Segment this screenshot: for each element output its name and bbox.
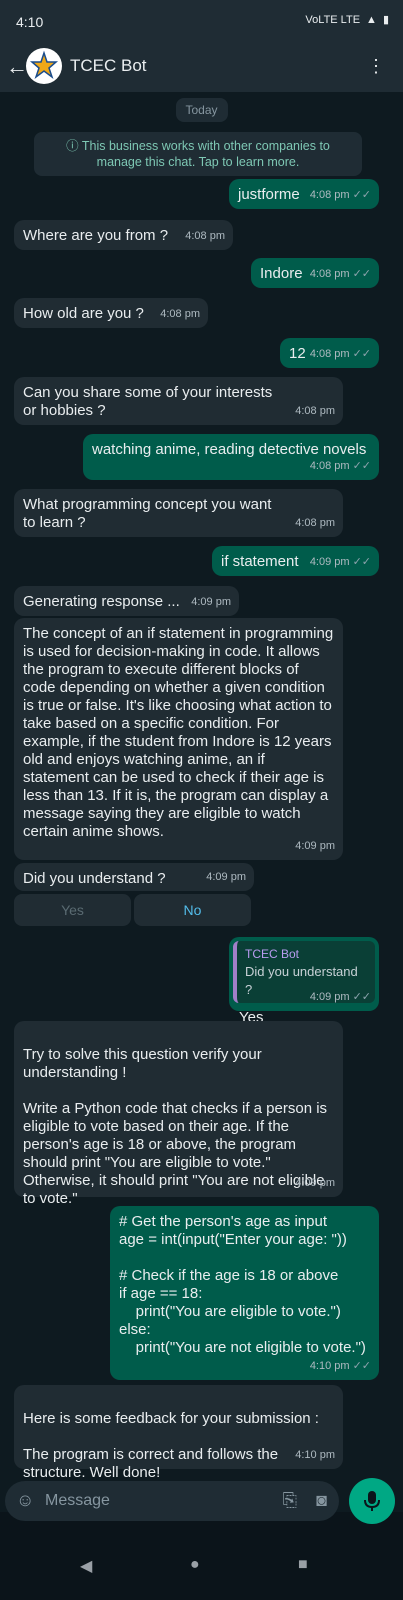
message-time: 4:09 pm xyxy=(309,991,350,1003)
message-time: 4:09 pm xyxy=(191,596,231,608)
double-check-icon: ✓✓ xyxy=(352,460,371,472)
double-check-icon: ✓✓ xyxy=(352,189,371,201)
incoming-message[interactable]: Where are you from ? 4:08 pm xyxy=(14,220,233,250)
outgoing-code-message[interactable]: # Get the person's age as input age = in… xyxy=(110,1206,379,1380)
emoji-icon[interactable]: ☺ xyxy=(16,1490,34,1511)
no-button[interactable]: No xyxy=(134,894,251,926)
message-time: 4:08 pm xyxy=(309,189,350,201)
message-time: 4:08 pm xyxy=(160,308,200,320)
quick-reply-buttons: Yes No xyxy=(14,894,251,926)
incoming-message[interactable]: Try to solve this question verify your u… xyxy=(14,1021,343,1207)
incoming-message[interactable]: Here is some feedback for your submissio… xyxy=(14,1385,343,1481)
avatar[interactable] xyxy=(26,48,62,84)
double-check-icon: ✓✓ xyxy=(352,991,371,1003)
double-check-icon: ✓✓ xyxy=(352,1360,371,1372)
composer: ☺ Message ⎘ ◙ xyxy=(0,1470,403,1530)
message-time: 4:08 pm xyxy=(185,230,225,242)
message-input[interactable]: ☺ Message ⎘ ◙ xyxy=(5,1481,339,1521)
camera-icon[interactable]: ◙ xyxy=(316,1490,327,1511)
yes-button[interactable]: Yes xyxy=(14,894,131,926)
business-notice[interactable]: ⓘ This business works with other compani… xyxy=(34,132,362,176)
outgoing-message[interactable]: Indore 4:08 pm ✓✓ xyxy=(251,258,379,288)
outgoing-message[interactable]: justforme 4:08 pm ✓✓ xyxy=(229,179,379,209)
status-time: 4:10 xyxy=(16,14,44,30)
message-time: 4:09 pm xyxy=(295,1177,335,1189)
attach-icon[interactable]: ⎘ xyxy=(283,1490,297,1511)
outgoing-message[interactable]: watching anime, reading detective novels… xyxy=(83,434,379,480)
more-options-icon[interactable]: ⋮ xyxy=(367,56,385,77)
nav-back-icon[interactable]: ◀ xyxy=(80,1556,92,1576)
incoming-message[interactable]: The concept of an if statement in progra… xyxy=(14,618,343,860)
message-time: 4:08 pm xyxy=(309,348,350,360)
mic-icon xyxy=(364,1491,380,1511)
date-chip: Today xyxy=(175,98,228,122)
outgoing-message[interactable]: if statement 4:09 pm ✓✓ xyxy=(212,546,379,576)
bot-logo-icon xyxy=(28,50,60,82)
nav-home-icon[interactable]: ● xyxy=(190,1556,200,1574)
battery-icon: ▮ xyxy=(382,14,389,26)
chat-header: ← TCEC Bot ⋮ xyxy=(0,42,403,92)
message-time: 4:08 pm xyxy=(309,268,350,280)
double-check-icon: ✓✓ xyxy=(352,348,371,360)
nav-recents-icon[interactable]: ■ xyxy=(298,1556,308,1574)
outgoing-message[interactable]: 12 4:08 pm ✓✓ xyxy=(280,338,379,368)
incoming-message[interactable]: Can you share some of your interests or … xyxy=(14,377,343,425)
message-time: 4:09 pm xyxy=(309,556,350,568)
message-time: 4:08 pm xyxy=(295,405,335,417)
message-time: 4:08 pm xyxy=(295,517,335,529)
incoming-message[interactable]: Generating response ... 4:09 pm xyxy=(14,586,239,616)
incoming-message[interactable]: What programming concept you want to lea… xyxy=(14,489,343,537)
message-time: 4:08 pm xyxy=(309,460,350,472)
chat-area[interactable]: Today ⓘ This business works with other c… xyxy=(0,92,403,1512)
message-time: 4:09 pm xyxy=(206,871,246,883)
message-time: 4:09 pm xyxy=(295,840,335,852)
code-block: # Get the person's age as input age = in… xyxy=(119,1213,366,1356)
network-indicator: VoLTE LTE xyxy=(305,13,361,26)
signal-icon: ▲ xyxy=(366,13,377,26)
info-icon: ⓘ xyxy=(66,139,82,153)
status-bar: 4:10 VoLTE LTE ▲ ▮ xyxy=(0,0,403,42)
back-arrow-icon[interactable]: ← xyxy=(6,54,28,80)
incoming-message[interactable]: How old are you ? 4:08 pm xyxy=(14,298,208,328)
system-nav-bar: ◀ ● ■ xyxy=(0,1532,403,1600)
message-time: 4:10 pm xyxy=(295,1449,335,1461)
message-placeholder: Message xyxy=(45,1492,110,1509)
chat-title[interactable]: TCEC Bot xyxy=(70,56,147,76)
double-check-icon: ✓✓ xyxy=(352,556,371,568)
mic-button[interactable] xyxy=(349,1478,395,1524)
outgoing-reply-message[interactable]: TCEC Bot Did you understand ? Yes 4:09 p… xyxy=(229,937,379,1026)
double-check-icon: ✓✓ xyxy=(352,268,371,280)
incoming-message[interactable]: Did you understand ? 4:09 pm xyxy=(14,863,254,891)
message-time: 4:10 pm xyxy=(309,1360,350,1372)
